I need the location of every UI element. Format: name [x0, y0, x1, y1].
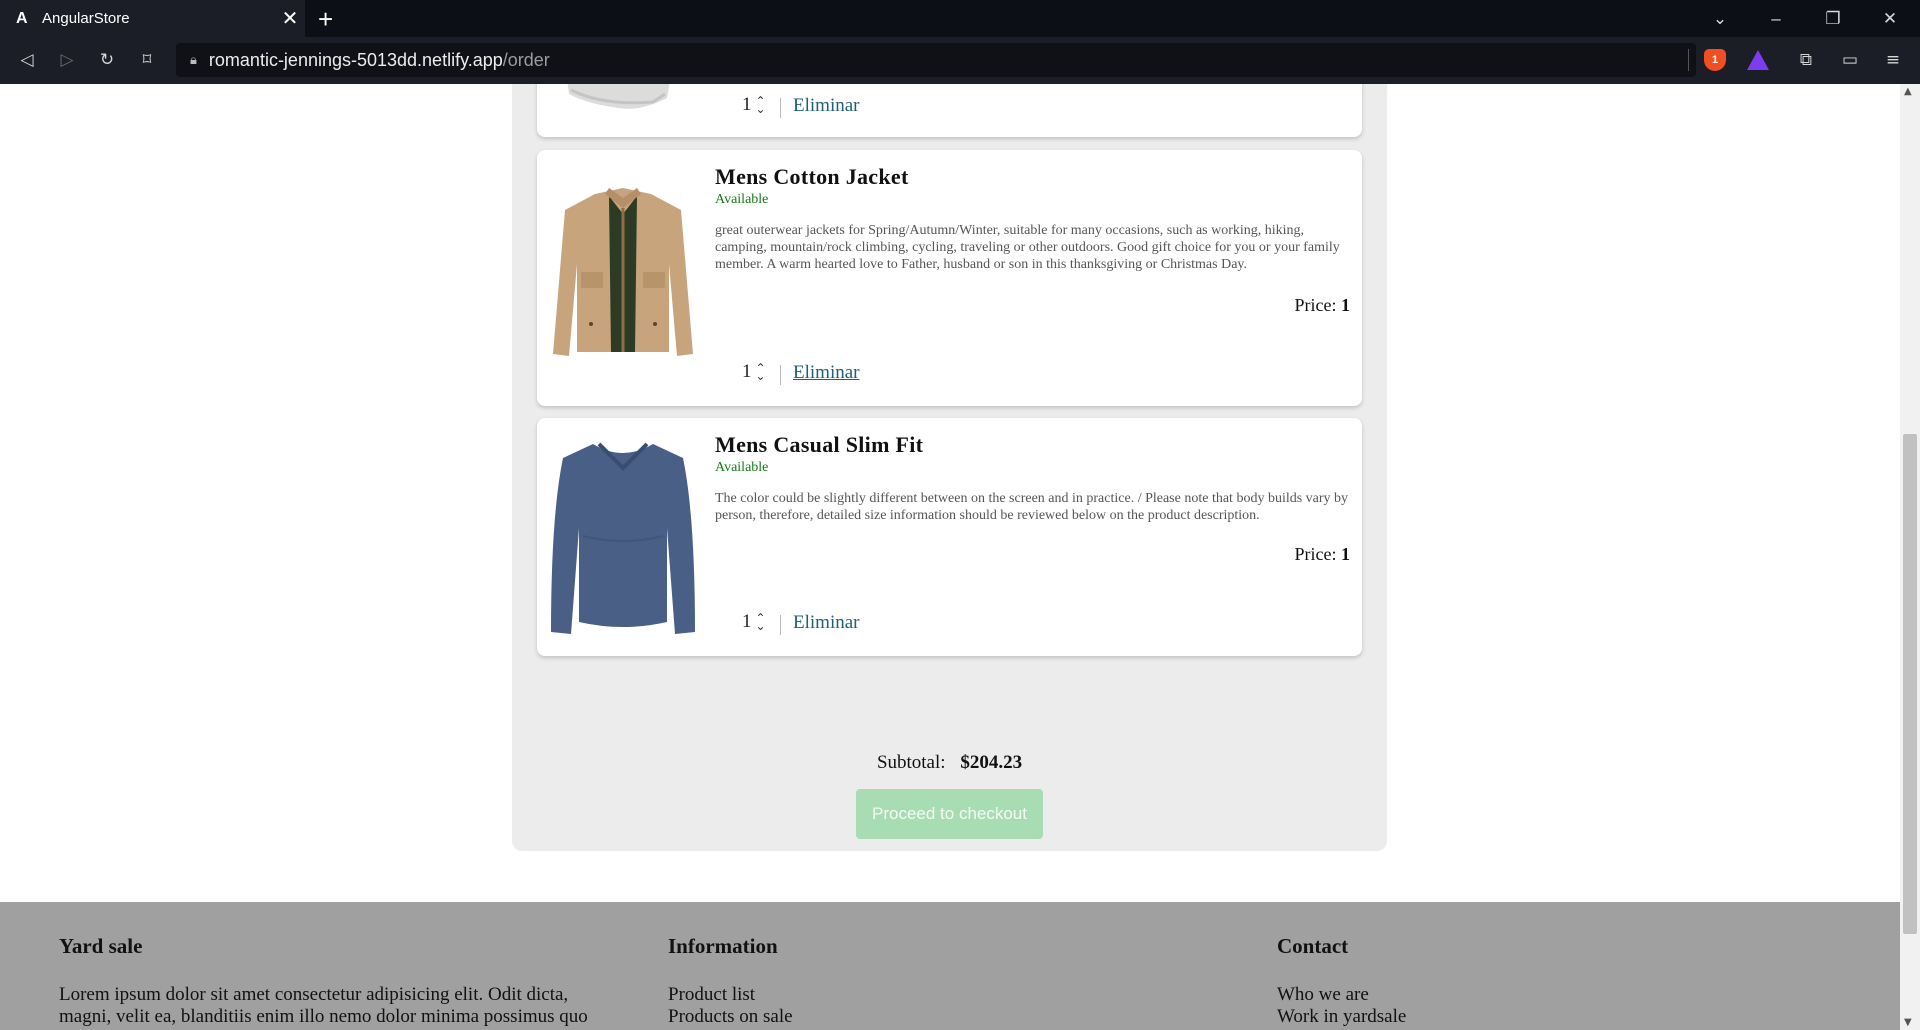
address-bar[interactable]: 🔒︎ romantic-jennings-5013dd.netlify.app … [176, 43, 1696, 77]
browser-tab[interactable]: A AngularStore ✕ [0, 0, 305, 37]
footer-link-product-list[interactable]: Product list [668, 984, 793, 1006]
remove-item-link[interactable]: Eliminar [793, 362, 859, 384]
subtotal-label: Subtotal: [876, 752, 946, 773]
scroll-down-icon[interactable]: ▼ [1904, 1017, 1912, 1028]
spinner-icon: ⌃ ⌄ [755, 611, 766, 633]
footer-link-products-on-sale[interactable]: Products on sale [668, 1006, 793, 1028]
product-title[interactable]: Mens Casual Slim Fit [715, 432, 923, 458]
brave-rewards-icon[interactable] [1745, 47, 1771, 73]
bookmark-icon[interactable]: ⌑ [134, 47, 160, 73]
remove-item-link[interactable]: Eliminar [793, 612, 859, 634]
wallet-icon[interactable]: ▭ [1837, 47, 1863, 73]
remove-item-link[interactable]: Eliminar [793, 95, 859, 117]
footer-about-text: Lorem ipsum dolor sit amet consectetur a… [59, 984, 588, 1027]
toolbar-divider [1688, 49, 1689, 71]
cart-item-card: Mens Casual Slim Fit Available The color… [537, 418, 1362, 656]
url-host: romantic-jennings-5013dd.netlify.app [208, 49, 503, 70]
scrollbar-thumb[interactable] [1903, 434, 1917, 934]
availability-status: Available [715, 192, 769, 207]
extensions-icon[interactable]: ⧉ [1793, 47, 1819, 73]
cart-panel: 1 ⌃ ⌄ Eliminar Mens Cotton Jacket Availabl… [512, 84, 1387, 782]
footer-heading: Information [668, 934, 778, 958]
lock-icon: 🔒︎ [190, 52, 197, 67]
price-value: 1 [1341, 544, 1350, 564]
close-window-icon[interactable]: ✕ [1862, 0, 1918, 37]
browser-tab-strip: A AngularStore ✕ + ⌄ – ❐ ✕ [0, 0, 1920, 37]
page-scrollbar[interactable]: ▲ ▼ [1900, 84, 1920, 1030]
brave-shields-icon[interactable]: 1 [1702, 47, 1728, 73]
spinner-icon: ⌃ ⌄ [755, 361, 766, 383]
close-tab-icon[interactable]: ✕ [275, 6, 305, 31]
scroll-up-icon[interactable]: ▲ [1904, 86, 1912, 97]
new-tab-button[interactable]: + [318, 4, 333, 35]
cart-item-card: 1 ⌃ ⌄ Eliminar [537, 84, 1362, 137]
forward-icon[interactable]: ▷ [54, 47, 80, 73]
minimize-icon[interactable]: – [1748, 0, 1804, 37]
product-image-sweater [551, 442, 695, 634]
tab-title: AngularStore [42, 10, 130, 27]
product-description: great outerwear jackets for Spring/Autum… [715, 223, 1340, 272]
product-price: Price: 1 [1294, 544, 1351, 564]
shields-badge: 1 [1711, 54, 1719, 66]
quantity-stepper[interactable]: 1 ⌃ ⌄ [742, 94, 766, 116]
footer-link-who-we-are[interactable]: Who we are [1277, 984, 1406, 1006]
product-image-tshirt [567, 84, 670, 109]
product-price: Price: 1 [1294, 295, 1351, 315]
restore-icon[interactable]: ❐ [1805, 0, 1861, 37]
product-image-jacket [553, 188, 693, 356]
availability-status: Available [715, 460, 769, 475]
product-description: The color could be slightly different be… [715, 491, 1349, 523]
reload-icon[interactable]: ↻ [94, 47, 120, 73]
footer-heading: Yard sale [59, 934, 143, 958]
proceed-to-checkout-button[interactable]: Proceed to checkout [856, 789, 1043, 839]
product-title[interactable]: Mens Cotton Jacket [715, 164, 909, 190]
url-path: /order [502, 49, 550, 70]
footer-link-work-in-yardsale[interactable]: Work in yardsale [1277, 1006, 1406, 1028]
spinner-icon: ⌃ ⌄ [755, 94, 766, 116]
quantity-stepper[interactable]: 1 ⌃ ⌄ [742, 611, 766, 633]
cart-item-card: Mens Cotton Jacket Available great outer… [537, 150, 1362, 406]
back-icon[interactable]: ◁ [14, 47, 40, 73]
subtotal: Subtotal: $204.23 [512, 752, 1387, 774]
price-value: 1 [1341, 295, 1350, 315]
tab-search-icon[interactable]: ⌄ [1692, 0, 1748, 37]
angular-favicon-icon: A [16, 9, 28, 27]
quantity-stepper[interactable]: 1 ⌃ ⌄ [742, 361, 766, 383]
page-viewport: 1 ⌃ ⌄ Eliminar Mens Cotton Jacket Availabl… [0, 84, 1900, 1030]
footer-heading: Contact [1277, 934, 1349, 958]
site-footer: Yard sale Lorem ipsum dolor sit amet con… [0, 902, 1900, 1030]
browser-toolbar: ◁ ▷ ↻ ⌑ 🔒︎ romantic-jennings-5013dd.netl… [0, 37, 1920, 84]
subtotal-value: $204.23 [960, 752, 1023, 773]
order-summary: Subtotal: $204.23 Proceed to checkout [512, 714, 1387, 851]
menu-icon[interactable]: ≡ [1880, 47, 1906, 73]
